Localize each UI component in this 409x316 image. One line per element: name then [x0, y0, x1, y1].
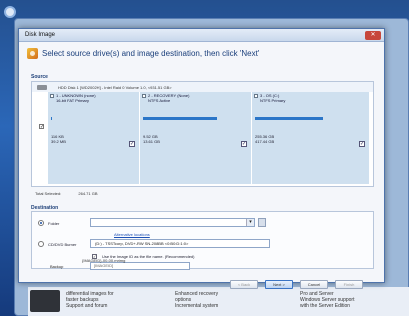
backup-label: Backup	[50, 264, 64, 269]
partition-include-checkbox[interactable]: ✓	[359, 141, 365, 147]
chevron-down-icon[interactable]: ▾	[246, 219, 254, 226]
disk-image-dialog: Disk Image ✕ Select source drive(s) and …	[18, 28, 385, 283]
folder-path-input[interactable]: ▾	[90, 218, 255, 227]
burner-label: CD/DVD Burner	[48, 242, 77, 247]
close-button[interactable]: ✕	[365, 31, 381, 40]
partition-checkbox[interactable]	[142, 94, 146, 98]
burner-select[interactable]: (D:) - TSSTcorp, DVD+-RW SN-208BB <0:B0:…	[90, 239, 270, 248]
partition-total: 417.44 GB	[255, 139, 275, 144]
folder-label: Folder	[48, 221, 60, 226]
feature-column-2: Enhanced recovery options Incremental sy…	[175, 291, 218, 309]
feature-column-3: Pro and Server Windows Server support wi…	[300, 291, 354, 309]
partition-type: NTFS Primary	[260, 98, 286, 103]
disk-image-icon	[27, 48, 38, 59]
alternative-locations-link[interactable]: Alternative locations	[114, 232, 150, 237]
partition-1[interactable]: 1 - UNKNOWN (none) 16-bit FAT Primary 11…	[48, 92, 140, 184]
dialog-header: Select source drive(s) and image destina…	[27, 47, 367, 61]
source-section-label: Source	[31, 74, 48, 80]
partition-3[interactable]: 3 - OS (C:) NTFS Primary 255.36 GB 417.4…	[252, 92, 370, 184]
browse-folder-button[interactable]	[258, 218, 266, 227]
partition-include-checkbox[interactable]: ✓	[241, 141, 247, 147]
filename-hint: {IMAGEID}-00-00.mrimg	[82, 258, 126, 263]
disk-header-row[interactable]: HDD Disk 1 [WD2002H] - Intel Raid 0 Volu…	[32, 82, 373, 92]
disk-description: HDD Disk 1 [WD2002H] - Intel Raid 0 Volu…	[58, 85, 172, 90]
next-button[interactable]: Next >	[265, 280, 293, 289]
partition-usage-bar	[51, 117, 52, 120]
total-selected-label: Total Selected:	[35, 191, 62, 196]
feature-column-1: differential images for faster backups S…	[66, 291, 114, 309]
feature-text: Incremental system	[175, 303, 219, 309]
hard-disk-icon	[37, 85, 47, 90]
back-button[interactable]: < Back	[230, 280, 258, 289]
product-box-image	[30, 290, 60, 312]
header-instruction: Select source drive(s) and image destina…	[42, 49, 260, 58]
partition-type: NTFS Active	[148, 98, 171, 103]
cancel-button[interactable]: Cancel	[300, 280, 328, 289]
partition-checkbox[interactable]	[50, 94, 54, 98]
dialog-title: Disk Image	[25, 32, 56, 38]
disk-select-checkbox[interactable]: ✓	[39, 124, 44, 130]
backup-name-input[interactable]: [IMAGEID]	[90, 262, 190, 270]
burner-radio[interactable]	[38, 241, 44, 247]
total-selected-row: Total Selected: 264.71 GB	[35, 191, 98, 196]
partition-type: 16-bit FAT Primary	[56, 98, 89, 103]
source-disk-panel: HDD Disk 1 [WD2002H] - Intel Raid 0 Volu…	[31, 81, 374, 187]
feature-text: Support and forum	[66, 303, 108, 309]
partition-total: 39.2 MB	[51, 139, 66, 144]
partition-2[interactable]: 2 - RECOVERY (None) NTFS Active 9.52 GB …	[140, 92, 252, 184]
burner-selected-value: (D:) - TSSTcorp, DVD+-RW SN-208BB <0:B0:…	[95, 241, 189, 246]
partition-usage-bar	[143, 117, 217, 120]
dialog-titlebar[interactable]: Disk Image ✕	[19, 29, 384, 42]
backup-name-placeholder: [IMAGEID]	[94, 263, 114, 268]
start-orb-icon[interactable]	[4, 6, 16, 18]
partition-include-checkbox[interactable]: ✓	[129, 141, 135, 147]
partition-checkbox[interactable]	[254, 94, 258, 98]
folder-radio[interactable]	[38, 220, 44, 226]
feature-text: with the Server Edition	[300, 303, 351, 309]
partition-total: 13.61 GB	[143, 139, 160, 144]
partition-usage-bar	[255, 117, 323, 120]
total-selected-value: 264.71 GB	[78, 191, 98, 196]
finish-button[interactable]: Finish	[335, 280, 363, 289]
